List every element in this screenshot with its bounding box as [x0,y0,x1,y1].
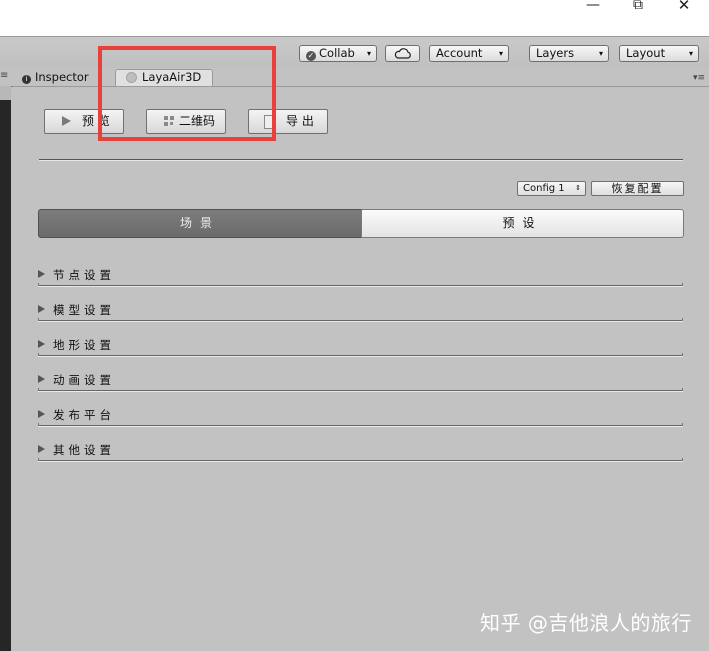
expand-arrow-icon [38,375,45,383]
tab-inspector[interactable]: i Inspector [22,70,89,84]
maximize-icon[interactable]: ⧉ [623,0,653,12]
section-label: 地形设置 [53,338,115,352]
section-label: 动画设置 [53,373,115,387]
collab-label: Collab [319,46,355,60]
divider [39,159,683,161]
watermark: 知乎 @吉他浪人的旅行 [480,611,692,635]
account-label: Account [436,46,483,60]
section-divider [38,318,683,322]
layers-dropdown[interactable]: Layers ▾ [529,45,609,62]
expand-arrow-icon [38,340,45,348]
section-divider [38,388,683,392]
section-terrain-settings[interactable]: 地形设置 [38,337,684,357]
config-select-value: Config 1 [523,183,565,194]
expand-arrow-icon [38,445,45,453]
section-divider [38,423,683,427]
section-label: 节点设置 [53,268,115,282]
layout-label: Layout [626,46,666,60]
section-label: 模型设置 [53,303,115,317]
expand-arrow-icon [38,410,45,418]
check-icon: ✓ [306,51,316,61]
cloud-button[interactable] [385,45,420,62]
info-icon: i [22,75,31,84]
highlight-annotation-box [98,46,276,141]
section-other-settings[interactable]: 其他设置 [38,442,684,462]
left-panel-menu-icon[interactable]: ≡ [0,70,8,81]
expand-arrow-icon [38,305,45,313]
close-icon[interactable]: ✕ [669,0,699,13]
section-divider [38,458,683,462]
account-dropdown[interactable]: Account ▾ [429,45,509,62]
panel-menu-icon[interactable]: ▾≡ [693,73,705,83]
collab-button[interactable]: ✓ Collab ▾ [299,45,377,62]
dropdown-arrow-icon: ▾ [498,49,503,58]
export-label: 导 出 [286,114,314,128]
section-publish-platform[interactable]: 发布平台 [38,407,684,427]
cloud-icon [394,48,411,59]
section-divider [38,283,683,287]
dropdown-arrow-icon: ▾ [598,49,603,58]
layers-label: Layers [536,46,575,60]
reset-config-button[interactable]: 恢复配置 [591,181,684,196]
section-label: 其他设置 [53,443,115,457]
play-icon [62,116,71,126]
section-model-settings[interactable]: 模型设置 [38,302,684,322]
expand-arrow-icon [38,270,45,278]
layout-dropdown[interactable]: Layout ▾ [619,45,699,62]
dropdown-arrow-icon: ▾ [366,49,371,58]
section-animation-settings[interactable]: 动画设置 [38,372,684,392]
section-label: 发布平台 [53,408,115,422]
tab-preset[interactable]: 预设 [361,209,684,238]
config-select[interactable]: Config 1 ⇕ [517,181,586,196]
section-node-settings[interactable]: 节点设置 [38,267,684,287]
minimize-icon[interactable]: — [578,0,608,12]
tab-inspector-label: Inspector [35,70,89,84]
layaair-panel [11,87,709,651]
dropdown-arrow-icon: ▾ [688,49,693,58]
left-dark-panel [0,86,11,651]
section-divider [38,353,683,357]
select-arrows-icon: ⇕ [575,184,581,192]
window-titlebar: — ⧉ ✕ [0,0,709,36]
tab-scene[interactable]: 场景 [38,209,362,238]
